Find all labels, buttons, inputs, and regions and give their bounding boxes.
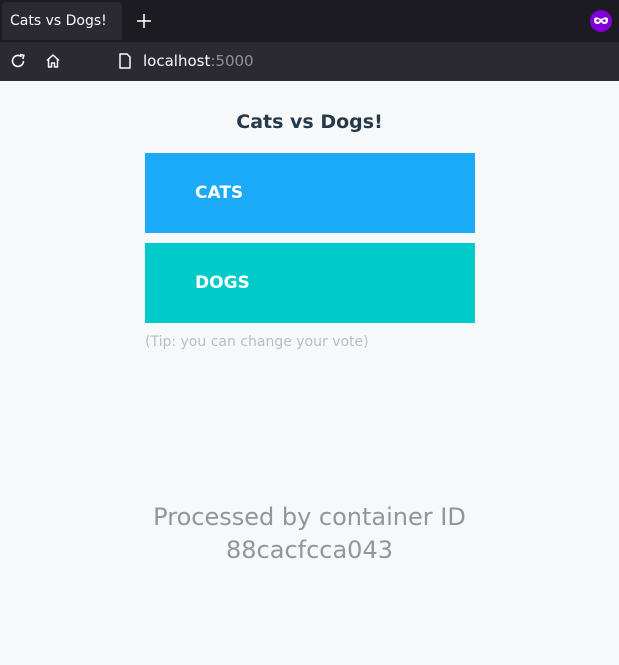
tab-title: Cats vs Dogs! <box>10 13 107 29</box>
tab-strip: Cats vs Dogs! <box>0 0 619 42</box>
page-content: Cats vs Dogs! CATS DOGS (Tip: you can ch… <box>0 81 619 665</box>
processed-label: Processed by container ID <box>153 503 466 531</box>
page-title: Cats vs Dogs! <box>236 111 383 133</box>
tip-text: (Tip: you can change your vote) <box>145 334 369 350</box>
browser-chrome: Cats vs Dogs! localhost:5000 <box>0 0 619 81</box>
page-icon <box>119 53 131 69</box>
vote-cats-button[interactable]: CATS <box>145 153 475 233</box>
plus-icon[interactable] <box>134 11 154 31</box>
url-host: localhost <box>143 52 211 70</box>
home-icon[interactable] <box>44 52 62 70</box>
container-id: 88cacfcca043 <box>226 536 393 564</box>
vote-dogs-button[interactable]: DOGS <box>145 243 475 323</box>
nav-bar: localhost:5000 <box>0 42 619 81</box>
reload-icon[interactable] <box>9 52 27 70</box>
private-browsing-icon[interactable] <box>590 10 612 32</box>
url-port: :5000 <box>210 52 254 70</box>
address-bar[interactable]: localhost:5000 <box>143 42 254 81</box>
processed-info: Processed by container ID 88cacfcca043 <box>0 501 619 567</box>
browser-tab[interactable]: Cats vs Dogs! <box>2 2 122 40</box>
